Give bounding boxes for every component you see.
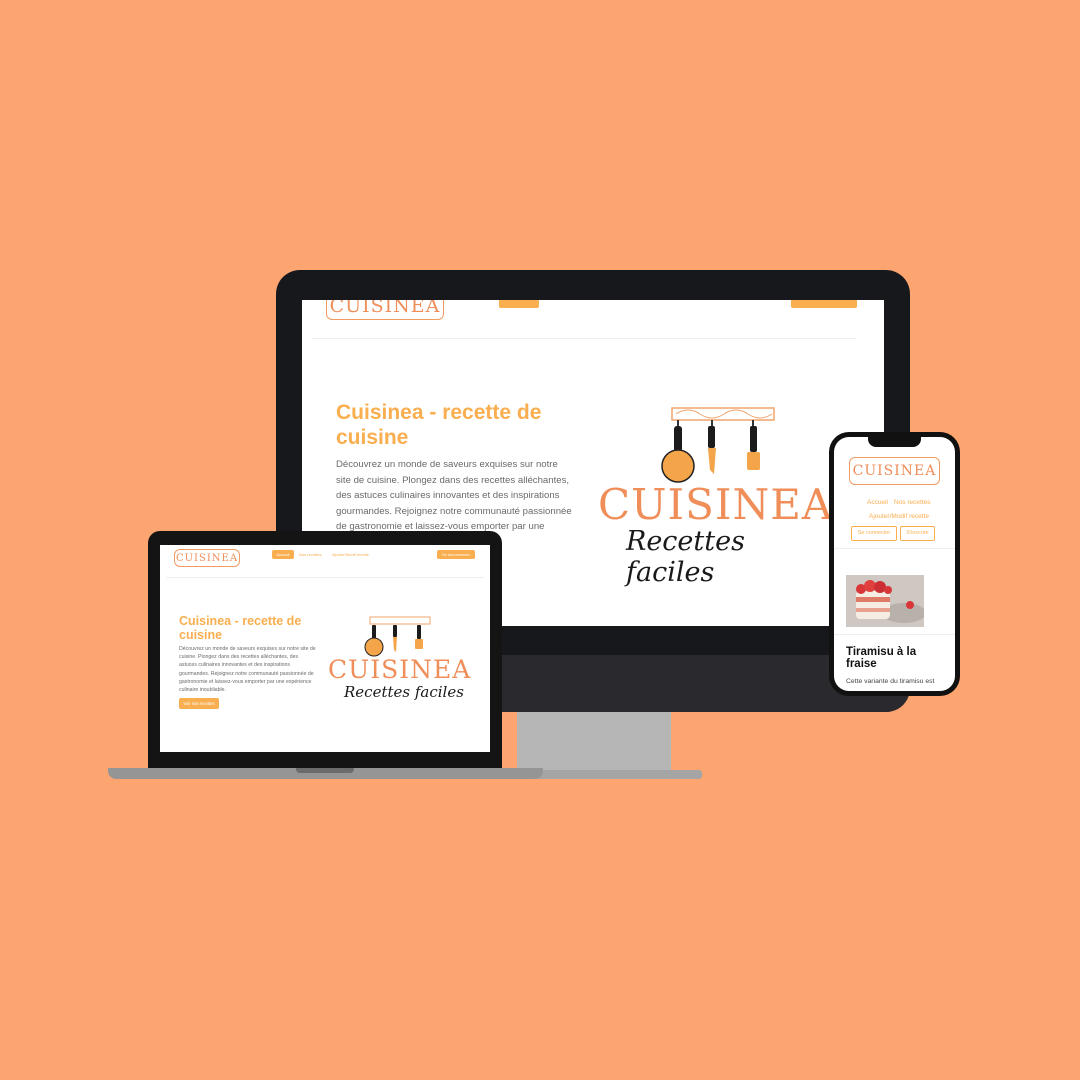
laptop-hero-logo-text: CUISINEA bbox=[328, 655, 472, 684]
monitor-stand bbox=[517, 712, 671, 774]
laptop-hero-text: Découvrez un monde de saveurs exquises s… bbox=[179, 646, 316, 694]
phone-header-divider bbox=[834, 548, 955, 549]
phone-nav-add-link[interactable]: Ajouter/Modif recette bbox=[869, 513, 929, 520]
recipe-card-text: Cette variante du tiramisu est bbox=[846, 678, 935, 685]
strawberry-cake-image bbox=[846, 575, 924, 627]
laptop: CUISINEA Accueil Nos recettes Ajouter/Mo… bbox=[148, 531, 502, 769]
desktop-nav-recipes-link[interactable] bbox=[550, 300, 592, 304]
phone-nav-home-link[interactable]: Accueil bbox=[867, 499, 888, 506]
phone-nav-recipes-link[interactable]: Nos recettes bbox=[894, 499, 931, 506]
recipe-image[interactable] bbox=[846, 575, 924, 627]
laptop-hero-logo: CUISINEA Recettes faciles bbox=[328, 615, 472, 715]
laptop-header-divider bbox=[166, 577, 484, 578]
laptop-nav-home-button[interactable]: Accueil bbox=[272, 550, 294, 559]
phone-login-button[interactable]: Se connecter bbox=[851, 526, 897, 541]
utensils-rack-icon bbox=[364, 616, 431, 657]
phone-notch bbox=[868, 437, 921, 447]
recipe-card-title[interactable]: Tiramisu à la fraise bbox=[846, 646, 936, 670]
laptop-notch bbox=[296, 768, 354, 773]
desktop-hero-logo-text: CUISINEA bbox=[598, 480, 834, 529]
laptop-hero-tagline: Recettes faciles bbox=[344, 683, 464, 701]
phone-signup-button[interactable]: S'inscrire bbox=[900, 526, 935, 541]
desktop-nav-add-link[interactable] bbox=[607, 300, 677, 304]
desktop-logout-button[interactable] bbox=[791, 300, 857, 308]
laptop-logout-button[interactable]: Se déconnecter bbox=[437, 550, 475, 559]
phone-logo[interactable]: CUISINEA bbox=[849, 457, 940, 485]
desktop-logo[interactable]: CUISINEA bbox=[326, 300, 444, 320]
smartphone: CUISINEA Accueil Nos recettes Ajouter/Mo… bbox=[829, 432, 960, 696]
desktop-hero-text: Découvrez un monde de saveurs exquises s… bbox=[336, 459, 572, 532]
desktop-nav-home-button[interactable] bbox=[499, 300, 539, 308]
phone-screen: CUISINEA Accueil Nos recettes Ajouter/Mo… bbox=[834, 437, 955, 691]
phone-card-divider bbox=[834, 634, 955, 635]
laptop-nav-add-link[interactable]: Ajouter/Modif recette bbox=[332, 552, 369, 557]
laptop-nav-recipes-link[interactable]: Nos recettes bbox=[299, 552, 321, 557]
laptop-hero-title: Cuisinea - recette de cuisine bbox=[179, 614, 302, 642]
laptop-logo[interactable]: CUISINEA bbox=[174, 549, 240, 567]
laptop-screen: CUISINEA Accueil Nos recettes Ajouter/Mo… bbox=[160, 545, 490, 752]
laptop-see-recipes-button[interactable]: Voir nos recettes bbox=[179, 698, 219, 709]
desktop-hero-tagline: Recettes faciles bbox=[626, 526, 745, 588]
desktop-hero-logo: CUISINEA Recettes faciles bbox=[598, 404, 832, 588]
desktop-header-divider bbox=[312, 338, 856, 339]
desktop-hero-title: Cuisinea - recette de cuisine bbox=[336, 401, 542, 449]
